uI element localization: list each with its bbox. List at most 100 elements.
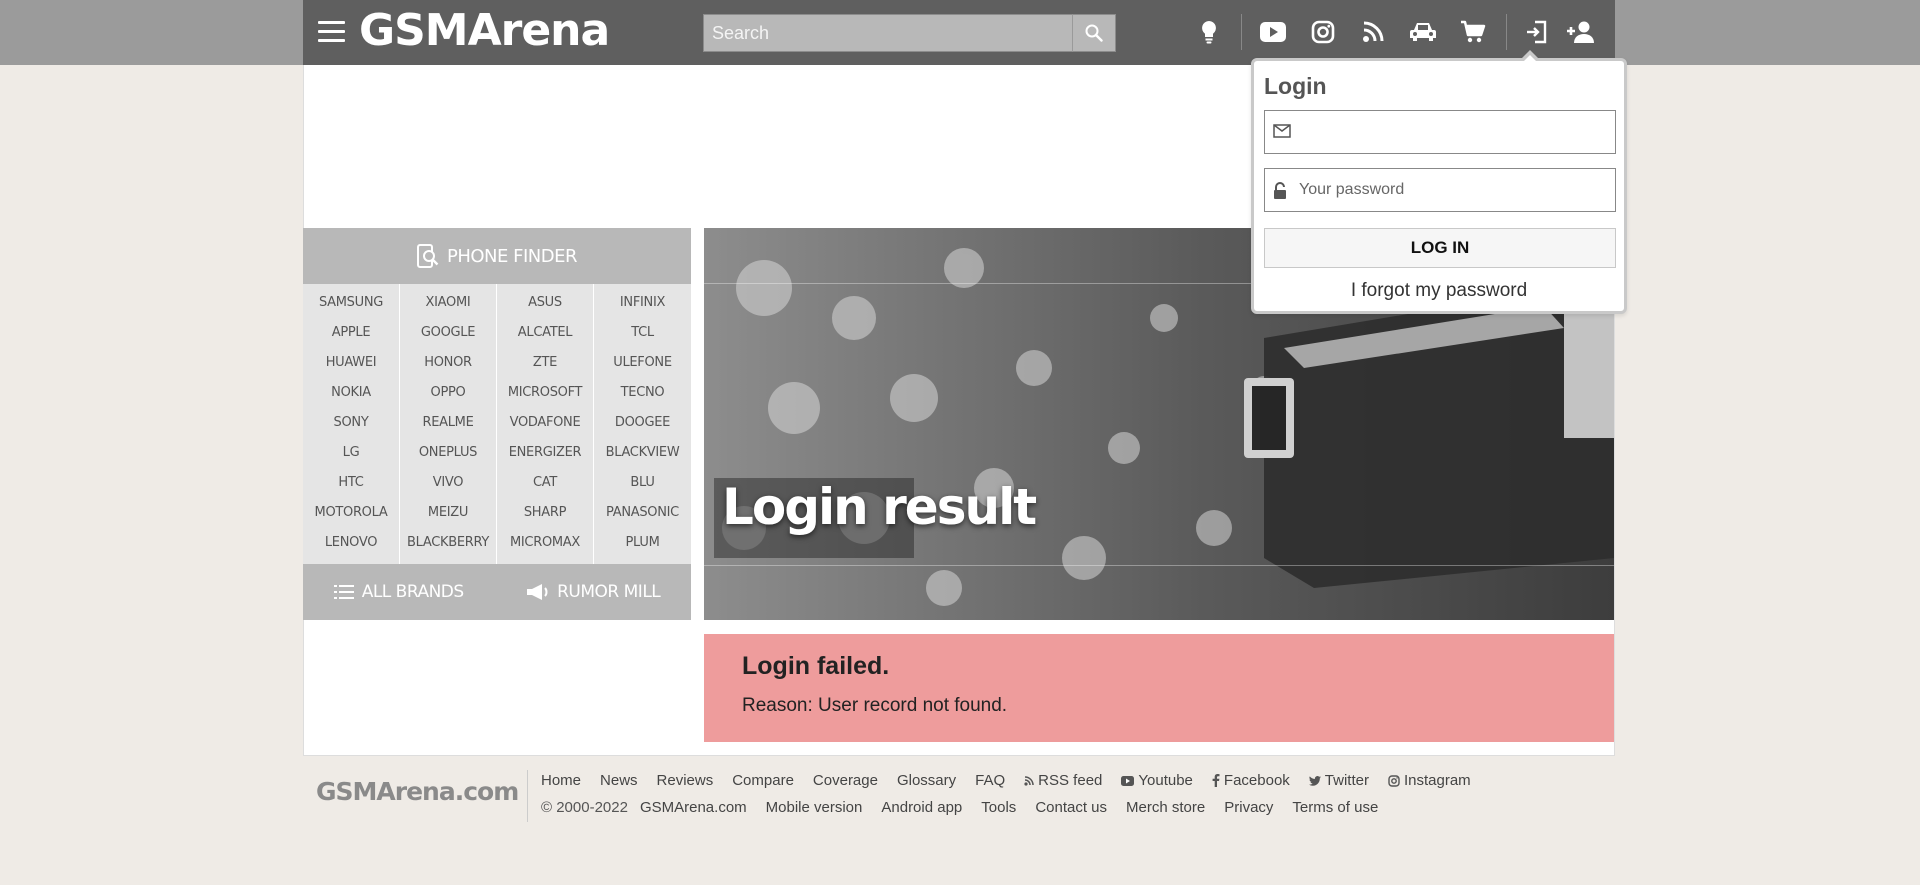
phone-finder-header[interactable]: PHONE FINDER xyxy=(303,228,691,284)
brand-link[interactable]: CAT xyxy=(497,468,593,498)
login-title: Login xyxy=(1264,73,1327,99)
footer-separator xyxy=(527,770,528,822)
password-input[interactable] xyxy=(1265,169,1615,211)
brand-link[interactable]: SAMSUNG xyxy=(303,288,399,318)
footer-link-home[interactable]: Home xyxy=(541,772,581,789)
footer-link-instagram[interactable]: Instagram xyxy=(1388,772,1471,789)
header-separator xyxy=(1241,14,1242,50)
phone-finder: PHONE FINDER SAMSUNG APPLE HUAWEI NOKIA … xyxy=(303,228,691,620)
email-input[interactable] xyxy=(1265,111,1615,153)
brand-column: INFINIX TCL ULEFONE TECNO DOOGEE BLACKVI… xyxy=(594,284,691,564)
footer-link-glossary[interactable]: Glossary xyxy=(897,772,956,789)
footer-links-primary: Home News Reviews Compare Coverage Gloss… xyxy=(541,772,1490,789)
lightbulb-icon[interactable] xyxy=(1193,16,1225,48)
footer-link-coverage[interactable]: Coverage xyxy=(813,772,878,789)
brand-link[interactable]: NOKIA xyxy=(303,378,399,408)
brand-link[interactable]: REALME xyxy=(400,408,496,438)
footer-link-label: Youtube xyxy=(1138,772,1193,789)
footer-link-tools[interactable]: Tools xyxy=(981,799,1016,816)
instagram-icon xyxy=(1388,774,1400,787)
brand-link[interactable]: OPPO xyxy=(400,378,496,408)
search-button[interactable] xyxy=(1072,14,1116,52)
brand-link[interactable]: MICROSOFT xyxy=(497,378,593,408)
brand-link[interactable]: SONY xyxy=(303,408,399,438)
brand-link[interactable]: ZTE xyxy=(497,348,593,378)
phone-search-icon xyxy=(417,244,439,268)
footer-link-label: Twitter xyxy=(1324,772,1369,789)
brand-link[interactable]: TECNO xyxy=(594,378,691,408)
brand-link[interactable]: TCL xyxy=(594,318,691,348)
brand-link[interactable]: ULEFONE xyxy=(594,348,691,378)
brand-link[interactable]: MICROMAX xyxy=(497,528,593,558)
brand-link[interactable]: HTC xyxy=(303,468,399,498)
footer-link-compare[interactable]: Compare xyxy=(732,772,794,789)
cart-icon[interactable] xyxy=(1457,16,1489,48)
brand-link[interactable]: PLUM xyxy=(594,528,691,558)
brand-column: SAMSUNG APPLE HUAWEI NOKIA SONY LG HTC M… xyxy=(303,284,400,564)
footer-link-mobile-version[interactable]: Mobile version xyxy=(766,799,863,816)
instagram-icon[interactable] xyxy=(1307,16,1339,48)
footer-link-reviews[interactable]: Reviews xyxy=(657,772,714,789)
brand-link[interactable]: MEIZU xyxy=(400,498,496,528)
footer-link-rss[interactable]: RSS feed xyxy=(1024,772,1102,789)
login-error-panel: Login failed. Reason: User record not fo… xyxy=(704,634,1614,742)
footer-link-label: Facebook xyxy=(1223,772,1290,789)
brand-link[interactable]: DOOGEE xyxy=(594,408,691,438)
footer-link-android-app[interactable]: Android app xyxy=(881,799,962,816)
lock-icon xyxy=(1274,182,1286,199)
footer-link-faq[interactable]: FAQ xyxy=(975,772,1005,789)
brand-link[interactable]: XIAOMI xyxy=(400,288,496,318)
footer-link-news[interactable]: News xyxy=(600,772,638,789)
brand-link[interactable]: BLU xyxy=(594,468,691,498)
youtube-icon xyxy=(1121,775,1135,786)
add-user-icon[interactable] xyxy=(1565,16,1597,48)
brand-link[interactable]: HUAWEI xyxy=(303,348,399,378)
facebook-icon xyxy=(1212,774,1220,787)
footer-link-gsmarena[interactable]: GSMArena.com xyxy=(640,799,747,816)
brand-link[interactable]: ALCATEL xyxy=(497,318,593,348)
brand-link[interactable]: MOTOROLA xyxy=(303,498,399,528)
rumor-mill-link[interactable]: RUMOR MILL xyxy=(525,582,661,602)
brand-grid: SAMSUNG APPLE HUAWEI NOKIA SONY LG HTC M… xyxy=(303,284,691,564)
login-icon[interactable] xyxy=(1521,16,1553,48)
copyright: © 2000-2022 xyxy=(541,799,628,816)
forgot-password-link[interactable]: I forgot my password xyxy=(1264,280,1614,302)
brand-link[interactable]: HONOR xyxy=(400,348,496,378)
brand-link[interactable]: PANASONIC xyxy=(594,498,691,528)
topbar: GSMArena xyxy=(303,0,1615,65)
login-button[interactable]: LOG IN xyxy=(1264,228,1616,268)
footer-link-twitter[interactable]: Twitter xyxy=(1308,772,1369,789)
footer-link-facebook[interactable]: Facebook xyxy=(1212,772,1290,789)
brand-link[interactable]: BLACKVIEW xyxy=(594,438,691,468)
envelope-icon xyxy=(1273,124,1291,138)
brand-link[interactable]: LG xyxy=(303,438,399,468)
youtube-icon[interactable] xyxy=(1257,16,1289,48)
hamburger-menu-button[interactable] xyxy=(318,21,345,43)
brand-link[interactable]: ENERGIZER xyxy=(497,438,593,468)
search-input[interactable] xyxy=(703,14,1073,52)
brand-link[interactable]: APPLE xyxy=(303,318,399,348)
password-field-wrapper xyxy=(1264,168,1616,212)
footer-logo[interactable]: GSMArena.com xyxy=(316,777,519,806)
brand-link[interactable]: INFINIX xyxy=(594,288,691,318)
brand-link[interactable]: BLACKBERRY xyxy=(400,528,496,558)
brand-link[interactable]: ASUS xyxy=(497,288,593,318)
footer-link-contact[interactable]: Contact us xyxy=(1035,799,1107,816)
brand-link[interactable]: SHARP xyxy=(497,498,593,528)
brand-link[interactable]: LENOVO xyxy=(303,528,399,558)
brand-link[interactable]: GOOGLE xyxy=(400,318,496,348)
footer-link-youtube[interactable]: Youtube xyxy=(1121,772,1193,789)
site-logo[interactable]: GSMArena xyxy=(359,6,610,56)
rss-icon xyxy=(1024,775,1034,786)
login-popup: Login LOG IN I forgot my password xyxy=(1251,58,1627,314)
brand-link[interactable]: VIVO xyxy=(400,468,496,498)
brand-link[interactable]: VODAFONE xyxy=(497,408,593,438)
footer-link-merch[interactable]: Merch store xyxy=(1126,799,1205,816)
footer-link-privacy[interactable]: Privacy xyxy=(1224,799,1273,816)
all-brands-label: ALL BRANDS xyxy=(361,582,465,602)
rss-icon[interactable] xyxy=(1357,16,1389,48)
car-icon[interactable] xyxy=(1407,16,1439,48)
footer-link-terms[interactable]: Terms of use xyxy=(1292,799,1378,816)
brand-link[interactable]: ONEPLUS xyxy=(400,438,496,468)
all-brands-link[interactable]: ALL BRANDS xyxy=(333,582,465,602)
